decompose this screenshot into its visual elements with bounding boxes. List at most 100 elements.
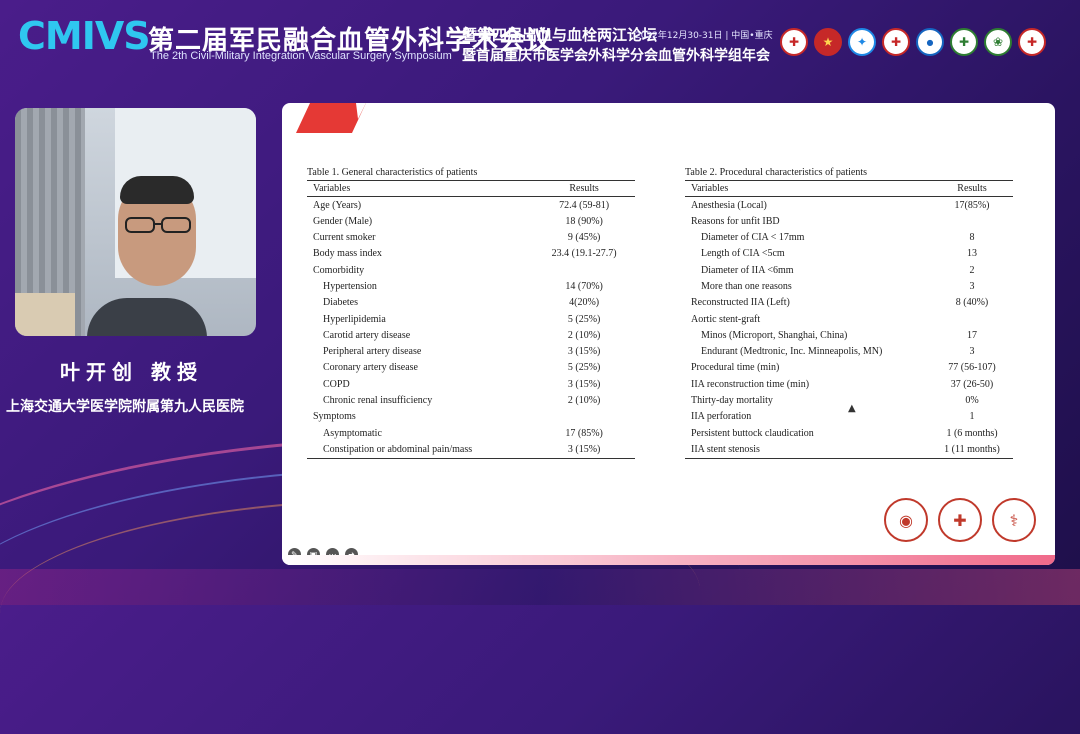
row-value xyxy=(533,409,635,425)
row-value: 8 (40%) xyxy=(955,297,989,309)
row-label: Body mass index xyxy=(313,248,382,260)
row-label: Symptoms xyxy=(313,411,356,423)
row-label: Constipation or abdominal pain/mass xyxy=(307,441,534,459)
row-label: Length of CIA <5cm xyxy=(701,248,785,260)
speaker-organization: 上海交通大学医学院附属第九人民医院 xyxy=(6,399,244,415)
row-value xyxy=(533,262,635,278)
table-row: IIA reconstruction time (min) 37 (26-50) xyxy=(685,376,1013,392)
row-value: 18 (90%) xyxy=(565,215,603,227)
slide-accent-icon xyxy=(296,103,366,133)
row-label: IIA reconstruction time (min) xyxy=(691,378,810,390)
table-row: Reconstructed IIA (Left) 8 (40%) xyxy=(685,295,1013,311)
row-label: Comorbidity xyxy=(313,264,365,276)
table-row: Asymptomatic 17 (85%) xyxy=(307,425,635,441)
row-label: Hyperlipidemia xyxy=(323,313,386,325)
row-label: Peripheral artery disease xyxy=(323,346,422,358)
row-value xyxy=(931,213,1013,229)
presentation-slide: Table 1. General characteristics of pati… xyxy=(282,103,1055,565)
row-label: Chronic renal insufficiency xyxy=(323,395,433,407)
column-header: Variables xyxy=(685,180,932,197)
column-header: Variables xyxy=(307,180,534,197)
association-badge-icon: ❀ xyxy=(984,28,1012,56)
table-caption: Table 2. Procedural characteristics of p… xyxy=(685,167,868,178)
row-label: IIA stent stenosis xyxy=(685,441,932,459)
table-row: Diameter of CIA < 17mm 8 xyxy=(685,230,1013,246)
row-label: Procedural time (min) xyxy=(691,362,780,374)
university-seal-icon: ◉ xyxy=(884,498,928,542)
row-label: Age (Years) xyxy=(313,199,362,211)
row-value: 4(20%) xyxy=(569,297,600,309)
sponsor-badges: ✚ ★ ✦ ✚ ● ✚ ❀ ✚ xyxy=(780,28,1046,56)
medical-emblem-icon: ✚ xyxy=(938,498,982,542)
conference-header: CMIVS 第二届军民融合血管外科学术会议 The 2th Civil-Mili… xyxy=(0,0,1080,80)
eagle-badge-icon: ✦ xyxy=(848,28,876,56)
row-label: Diabetes xyxy=(323,297,358,309)
table-row: Reasons for unfit IBD xyxy=(685,213,1013,229)
row-label: Persistent buttock claudication xyxy=(691,427,814,439)
row-label: Thirty-day mortality xyxy=(691,395,773,407)
table-row: Comorbidity xyxy=(307,262,635,278)
row-value: 13 xyxy=(967,248,978,260)
table-row: Peripheral artery disease 3 (15%) xyxy=(307,344,635,360)
table-row: Hyperlipidemia 5 (25%) xyxy=(307,311,635,327)
institution-emblems: ◉ ✚ ⚕ xyxy=(884,498,1036,542)
table-row: Current smoker 9 (45%) xyxy=(307,230,635,246)
medical-society-badge-icon: ✚ xyxy=(780,28,808,56)
row-label: Aortic stent-graft xyxy=(691,313,761,325)
table-caption: Table 1. General characteristics of pati… xyxy=(307,167,478,178)
table-row: Age (Years) 72.4 (59-81) xyxy=(307,197,635,214)
row-value: 5 (25%) xyxy=(567,313,601,325)
table-row: Hypertension 14 (70%) xyxy=(307,278,635,294)
row-label: Carotid artery disease xyxy=(323,329,411,341)
row-value: 23.4 (19.1-27.7) xyxy=(551,248,617,260)
row-label: Hypertension xyxy=(323,280,377,292)
row-value: 8 xyxy=(969,232,975,244)
row-label: Reasons for unfit IBD xyxy=(691,215,780,227)
table-row: COPD 3 (15%) xyxy=(307,376,635,392)
row-value: 1 (6 months) xyxy=(946,427,998,439)
chinese-emblem-badge-icon: ★ xyxy=(814,28,842,56)
row-value: 3 xyxy=(969,280,975,292)
table-row: More than one reasons 3 xyxy=(685,278,1013,294)
row-value: 2 (10%) xyxy=(567,329,601,341)
row-label: Minos (Microport, Shanghai, China) xyxy=(701,329,848,341)
row-value: 77 (56-107) xyxy=(948,362,996,374)
mouse-cursor-icon: ▲ xyxy=(848,403,856,414)
row-label: Coronary artery disease xyxy=(323,362,418,374)
conference-subtitle-1: 暨第四届出血与血栓两江论坛 xyxy=(462,26,658,44)
conference-date: 2022年12月30-31日 | 中国•重庆 xyxy=(635,31,773,41)
table-row: Symptoms xyxy=(307,409,635,425)
table-row: Diameter of IIA <6mm 2 xyxy=(685,262,1013,278)
speaker-video xyxy=(15,108,256,336)
table-row: Diabetes 4(20%) xyxy=(307,295,635,311)
row-value xyxy=(931,311,1013,327)
row-value: 37 (26-50) xyxy=(950,378,994,390)
row-value: 17 xyxy=(967,329,978,341)
table-row: Minos (Microport, Shanghai, China) 17 xyxy=(685,327,1013,343)
table-row: Constipation or abdominal pain/mass 3 (15… xyxy=(307,441,635,459)
table-row: Length of CIA <5cm 13 xyxy=(685,246,1013,262)
hospital-badge-icon: ✚ xyxy=(882,28,910,56)
row-value: 0% xyxy=(965,395,979,407)
procedural-characteristics-table: Table 2. Procedural characteristics of p… xyxy=(685,167,1013,459)
speaker-name: 叶开创 教授 xyxy=(60,360,203,384)
row-value: 14 (70%) xyxy=(565,280,603,292)
glasses-icon xyxy=(125,217,191,233)
conference-subtitle-2: 暨首届重庆市医学会外科学分会血管外科学组年会 xyxy=(462,48,770,64)
row-value: 9 (45%) xyxy=(567,232,601,244)
star-badge-icon: ✚ xyxy=(1018,28,1046,56)
row-label: Diameter of IIA <6mm xyxy=(701,264,794,276)
row-label: Asymptomatic xyxy=(323,427,382,439)
conference-title-english: The 2th Civil-Military Integration Vascu… xyxy=(150,50,452,62)
table-row: Coronary artery disease 5 (25%) xyxy=(307,360,635,376)
row-value: 17(85%) xyxy=(954,199,990,211)
column-header: Results xyxy=(533,180,635,197)
siac-badge-icon: ● xyxy=(916,28,944,56)
table-row: Chronic renal insufficiency 2 (10%) xyxy=(307,393,635,409)
row-value: 5 (25%) xyxy=(567,362,601,374)
row-value: 3 (15%) xyxy=(533,441,635,459)
row-value: 3 (15%) xyxy=(567,378,601,390)
table-row: Gender (Male) 18 (90%) xyxy=(307,213,635,229)
table-row: Endurant (Medtronic, Inc. Minneapolis, M… xyxy=(685,344,1013,360)
row-label: COPD xyxy=(323,378,350,390)
